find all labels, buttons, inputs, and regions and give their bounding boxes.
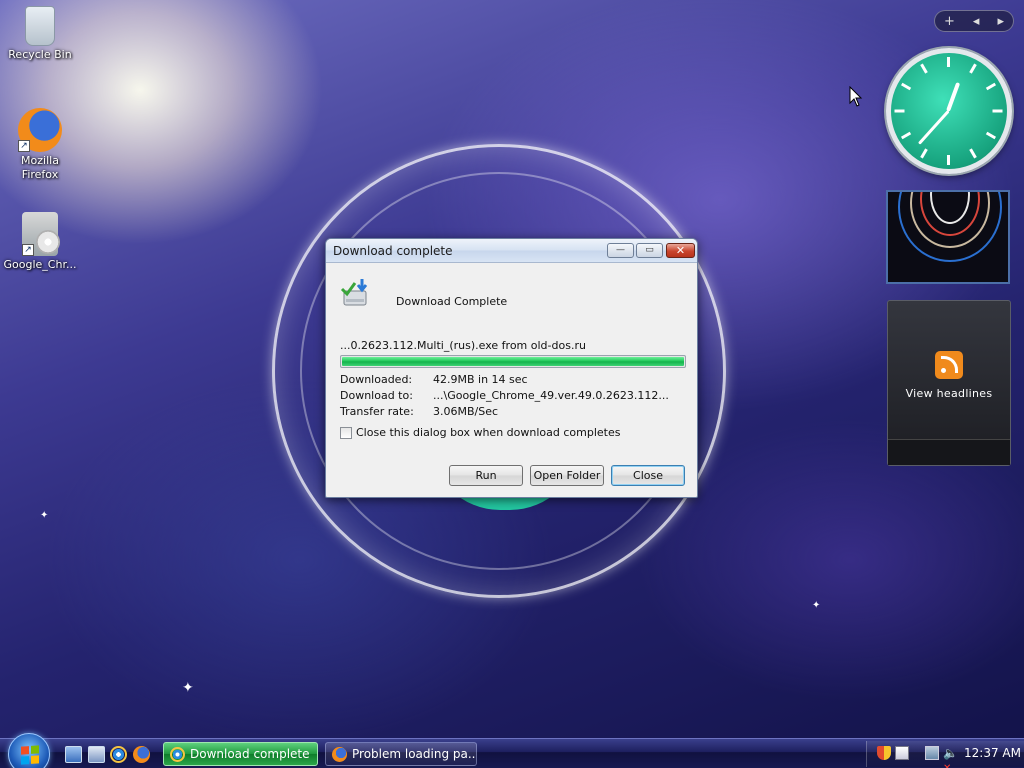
- desktop-icon-label: Google_Chr...: [3, 258, 77, 271]
- clock-tick: [969, 63, 977, 74]
- window-close-button[interactable]: ✕: [666, 243, 695, 258]
- download-complete-dialog: Download complete — ▭ ✕ Download Complet…: [325, 238, 698, 498]
- clock-tick: [985, 82, 997, 91]
- clock-tick: [992, 109, 1003, 113]
- action-center-flag-icon[interactable]: [895, 746, 909, 760]
- rss-icon: [935, 351, 963, 379]
- clock-tick: [920, 148, 928, 159]
- progress-fill: [342, 357, 684, 366]
- shortcut-arrow-icon: ↗: [18, 140, 30, 152]
- clock-tick: [920, 63, 928, 74]
- maximize-button[interactable]: ▭: [636, 243, 663, 258]
- clock-hour-hand: [946, 82, 961, 112]
- taskbar-item-problem-loading[interactable]: Problem loading pa...: [325, 742, 477, 766]
- info-key: Downloaded:: [340, 373, 413, 386]
- minimize-button[interactable]: —: [607, 243, 634, 258]
- switch-windows-icon[interactable]: [88, 746, 105, 763]
- download-filename: ...0.2623.112.Multi_(rus).exe from old-d…: [340, 339, 586, 352]
- system-tray: 🔈✕ 12:37 AM: [866, 741, 1024, 768]
- dialog-titlebar[interactable]: Download complete — ▭ ✕: [326, 239, 697, 263]
- clock-tick: [969, 148, 977, 159]
- taskbar-item-label: Download complete: [190, 747, 310, 761]
- clock-tick: [900, 131, 912, 140]
- slideshow-gadget[interactable]: [886, 190, 1010, 284]
- info-key: Transfer rate:: [340, 405, 414, 418]
- taskbar-clock[interactable]: 12:37 AM: [964, 746, 1021, 760]
- info-key: Download to:: [340, 389, 413, 402]
- internet-explorer-icon[interactable]: [110, 746, 127, 763]
- star-icon: ✦: [40, 510, 49, 521]
- checkbox-box[interactable]: [340, 426, 352, 439]
- desktop-icon-firefox[interactable]: ↗ Mozilla Firefox: [0, 108, 80, 182]
- info-value: 42.9MB in 14 sec: [433, 373, 528, 386]
- sidebar-prev-button[interactable]: ◂: [973, 14, 980, 29]
- desktop-icon-label: Recycle Bin: [8, 48, 72, 61]
- download-progress-bar: [340, 355, 686, 368]
- desktop-icon-recycle-bin[interactable]: Recycle Bin: [0, 2, 80, 62]
- desktop-icon-chrome-installer[interactable]: ↗ Google_Chr...: [0, 212, 80, 272]
- feed-headlines-gadget[interactable]: View headlines: [887, 300, 1011, 466]
- info-value: 3.06MB/Sec: [433, 405, 499, 418]
- firefox-quicklaunch-icon[interactable]: [133, 746, 150, 763]
- taskbar-item-label: Problem loading pa...: [352, 747, 477, 761]
- view-headlines-link[interactable]: View headlines: [888, 387, 1010, 400]
- clock-tick: [900, 82, 912, 91]
- internet-explorer-icon: [170, 747, 185, 762]
- star-icon: ✦: [812, 600, 821, 611]
- show-desktop-icon[interactable]: [65, 746, 82, 763]
- installer-disc-icon: ↗: [22, 212, 60, 256]
- firefox-icon: [332, 747, 347, 762]
- sidebar-controls: + ◂ ▸: [934, 10, 1014, 32]
- dialog-title: Download complete: [333, 244, 453, 258]
- open-folder-button[interactable]: Open Folder: [530, 465, 604, 486]
- windows-logo-icon: [21, 745, 39, 765]
- clock-tick: [947, 57, 950, 67]
- volume-muted-icon[interactable]: 🔈✕: [943, 746, 958, 768]
- download-complete-icon: [340, 277, 372, 309]
- info-value: ...\Google_Chrome_49.ver.49.0.2623.112..…: [433, 389, 669, 402]
- clock-tick: [985, 131, 997, 140]
- clock-tick: [947, 155, 950, 165]
- desktop-icon-label: Mozilla Firefox: [21, 154, 59, 181]
- run-button[interactable]: Run: [449, 465, 523, 486]
- firefox-icon: ↗: [18, 108, 62, 152]
- close-when-complete-checkbox[interactable]: Close this dialog box when download comp…: [340, 426, 620, 439]
- start-button[interactable]: [8, 733, 50, 768]
- close-button[interactable]: Close: [611, 465, 685, 486]
- network-icon[interactable]: [925, 746, 939, 760]
- taskbar: Download complete Problem loading pa... …: [0, 733, 1024, 768]
- taskbar-item-download-complete[interactable]: Download complete: [163, 742, 318, 766]
- clock-minute-hand: [917, 109, 950, 145]
- recycle-bin-icon: [25, 6, 55, 46]
- clock-tick: [894, 109, 905, 113]
- security-shield-icon[interactable]: [877, 746, 891, 760]
- dialog-heading: Download Complete: [396, 295, 508, 308]
- add-gadget-button[interactable]: +: [944, 14, 955, 29]
- sidebar-next-button[interactable]: ▸: [997, 14, 1004, 29]
- checkbox-label: Close this dialog box when download comp…: [356, 426, 621, 439]
- shortcut-arrow-icon: ↗: [22, 244, 34, 256]
- clock-gadget[interactable]: [886, 48, 1012, 174]
- star-icon: ✦: [182, 680, 194, 696]
- feed-gadget-footer: [888, 439, 1010, 465]
